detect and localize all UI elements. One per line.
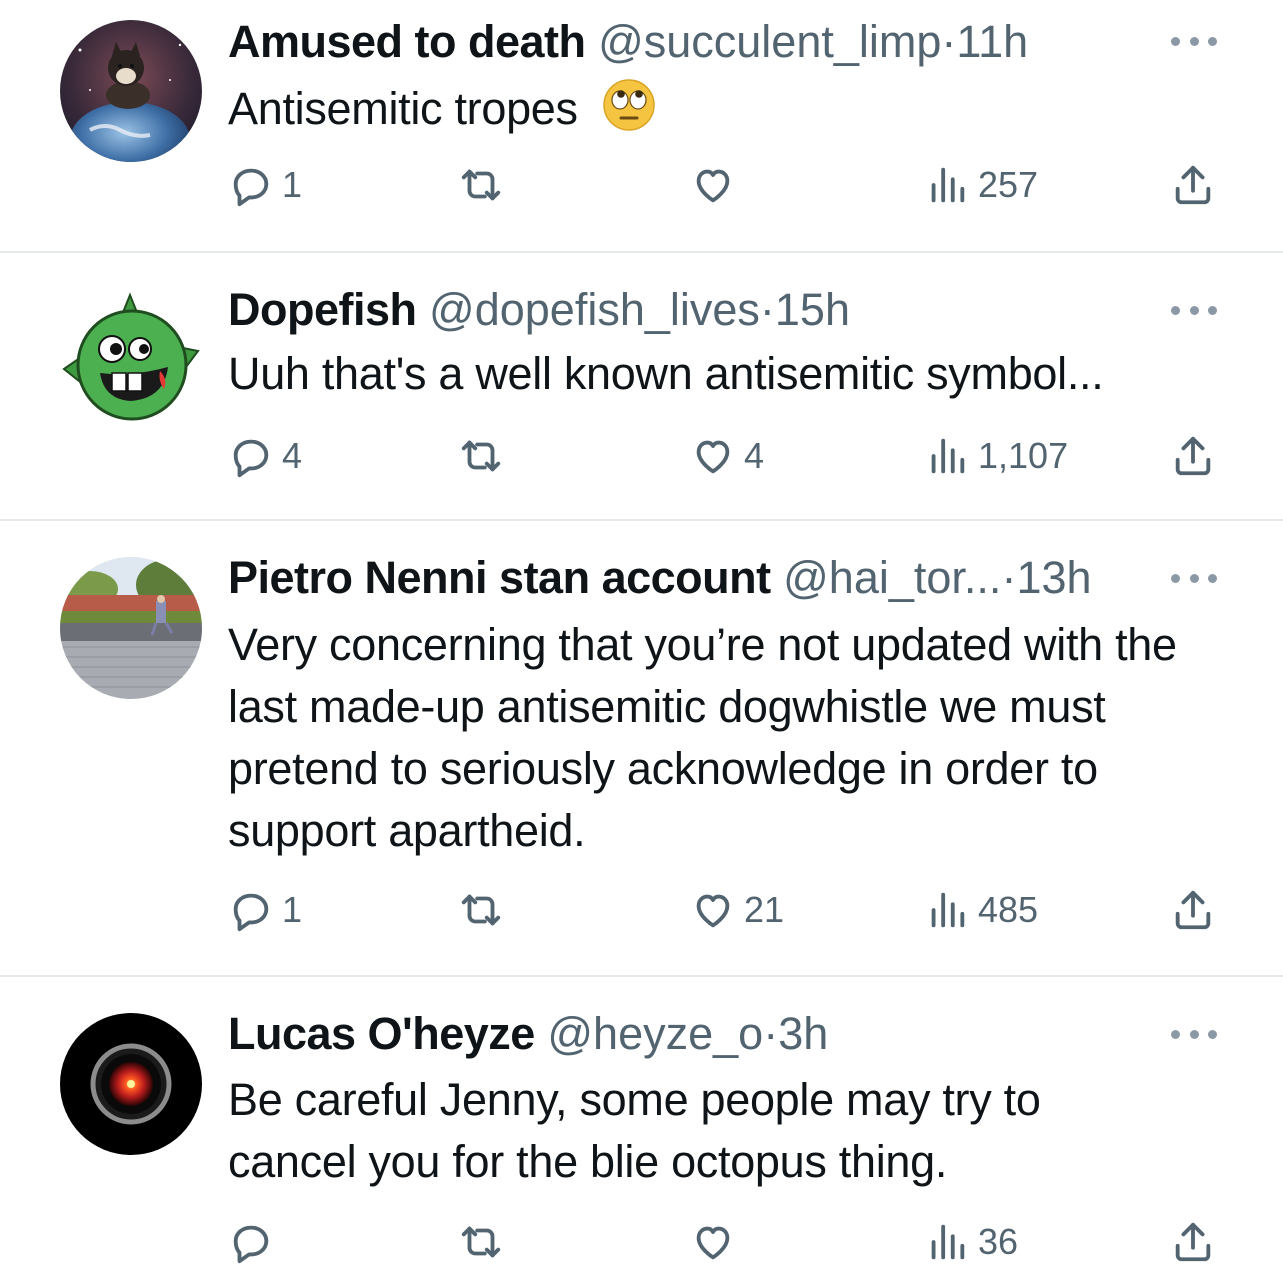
views-count: 36: [978, 1221, 1019, 1262]
retweet-icon: [461, 440, 501, 472]
retweet-button[interactable]: [458, 160, 512, 210]
views-count: 1,107: [978, 435, 1069, 476]
tweet-text: Very concerning that you’re not updated …: [228, 619, 1177, 856]
tweet-text: Uuh that's a well known antisemitic symb…: [228, 348, 1104, 399]
like-count: 21: [744, 889, 785, 930]
handle[interactable]: @dopefish_lives: [429, 284, 760, 335]
like-button[interactable]: [690, 1217, 744, 1267]
handle[interactable]: @succulent_limp: [598, 16, 941, 67]
handle[interactable]: @hai_tor...: [783, 552, 1001, 603]
heart-icon: [696, 1226, 730, 1260]
reply-button[interactable]: 1: [228, 885, 302, 935]
avatar-dopefish[interactable]: [60, 289, 202, 431]
views-button[interactable]: 36: [924, 1217, 1018, 1267]
views-chart-icon: [931, 1224, 965, 1260]
views-chart-icon: [931, 892, 965, 928]
timestamp[interactable]: 15h: [775, 284, 850, 335]
reply-icon: [233, 168, 269, 207]
heart-icon: [696, 894, 730, 928]
display-name[interactable]: Lucas O'heyze: [228, 1008, 535, 1059]
separator-dot: ·: [759, 284, 775, 335]
tweet-1[interactable]: Amused to death @succulent_limp·11h Anti…: [0, 0, 1283, 252]
share-icon: [1175, 890, 1211, 930]
tweet-actions: 36: [0, 1217, 1283, 1267]
retweet-icon: [461, 1226, 501, 1258]
views-chart-icon: [931, 438, 965, 474]
like-button[interactable]: 21: [690, 885, 784, 935]
tweet-actions: 1 21 485: [0, 885, 1283, 935]
views-count: 257: [978, 164, 1039, 205]
retweet-icon: [461, 894, 501, 926]
tweet-4[interactable]: Lucas O'heyze @heyze_o·3h Be careful Jen…: [0, 977, 1283, 1282]
retweet-button[interactable]: [458, 431, 512, 481]
more-dots-icon[interactable]: [1171, 1027, 1217, 1041]
display-name[interactable]: Pietro Nenni stan account: [228, 552, 771, 603]
display-name[interactable]: Amused to death: [228, 16, 586, 67]
like-button[interactable]: 4: [690, 431, 764, 481]
heart-icon: [696, 440, 730, 474]
share-button[interactable]: [1170, 885, 1216, 935]
display-name[interactable]: Dopefish: [228, 284, 417, 335]
more-dots-icon[interactable]: [1171, 34, 1217, 48]
retweet-button[interactable]: [458, 1217, 512, 1267]
avatar-amused-to-death[interactable]: [60, 20, 202, 162]
handle[interactable]: @heyze_o: [547, 1008, 763, 1059]
share-icon: [1175, 1222, 1211, 1262]
reply-count: 1: [282, 889, 303, 930]
eye-roll-emoji-icon: [602, 78, 656, 148]
timestamp[interactable]: 11h: [956, 16, 1028, 67]
reply-count: 4: [282, 435, 303, 476]
like-count: 4: [744, 435, 765, 476]
timestamp[interactable]: 13h: [1016, 552, 1091, 603]
tweet-header: Lucas O'heyze @heyze_o·3h: [228, 1009, 828, 1059]
tweet-text: Be careful Jenny, some people may try to…: [228, 1074, 1041, 1187]
like-button[interactable]: [690, 160, 744, 210]
separator-dot: ·: [941, 16, 957, 67]
views-button[interactable]: 257: [924, 160, 1038, 210]
views-button[interactable]: 1,107: [924, 431, 1068, 481]
timestamp[interactable]: 3h: [778, 1008, 828, 1059]
reply-count: 1: [282, 164, 303, 205]
share-icon: [1175, 436, 1211, 476]
tweet-actions: 1 257: [0, 160, 1283, 210]
more-dots-icon[interactable]: [1171, 571, 1217, 585]
tweet-3[interactable]: Pietro Nenni stan account @hai_tor...·13…: [0, 521, 1283, 976]
retweet-icon: [461, 169, 501, 201]
tweet-2[interactable]: Dopefish @dopefish_lives·15h Uuh that's …: [0, 253, 1283, 520]
views-button[interactable]: 485: [924, 885, 1038, 935]
heart-icon: [696, 169, 730, 203]
retweet-button[interactable]: [458, 885, 512, 935]
reply-icon: [233, 439, 269, 478]
share-button[interactable]: [1170, 160, 1216, 210]
reply-button[interactable]: [228, 1217, 282, 1267]
reply-button[interactable]: 1: [228, 160, 302, 210]
reply-button[interactable]: 4: [228, 431, 302, 481]
share-icon: [1175, 165, 1211, 205]
avatar-pietro-nenni[interactable]: [60, 557, 202, 699]
reply-feed: Amused to death @succulent_limp·11h Anti…: [0, 0, 1283, 1282]
tweet-header: Pietro Nenni stan account @hai_tor...·13…: [228, 553, 1092, 603]
separator-dot: ·: [1001, 552, 1017, 603]
separator-dot: ·: [763, 1008, 779, 1059]
tweet-text-body: Antisemitic tropes: [228, 83, 578, 134]
share-button[interactable]: [1170, 1217, 1216, 1267]
avatar-lucas-oheyze[interactable]: [60, 1013, 202, 1155]
tweet-text: Antisemitic tropes: [228, 78, 1238, 148]
views-chart-icon: [931, 167, 965, 203]
share-button[interactable]: [1170, 431, 1216, 481]
tweet-header: Amused to death @succulent_limp·11h: [228, 17, 1028, 67]
tweet-actions: 4 4 1,107: [0, 431, 1283, 481]
reply-icon: [233, 893, 269, 932]
reply-icon: [233, 1225, 269, 1264]
tweet-header: Dopefish @dopefish_lives·15h: [228, 285, 850, 335]
more-dots-icon[interactable]: [1171, 303, 1217, 317]
views-count: 485: [978, 889, 1039, 930]
